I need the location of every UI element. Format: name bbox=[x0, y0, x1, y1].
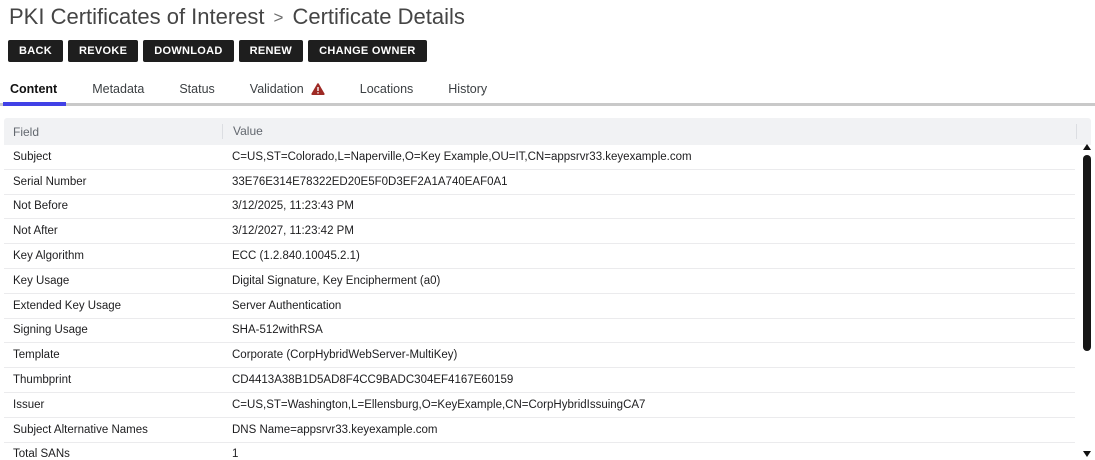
field-cell: Total SANs bbox=[4, 448, 222, 460]
table-row: Not Before3/12/2025, 11:23:43 PM bbox=[4, 195, 1075, 220]
tab-label: Content bbox=[10, 82, 57, 96]
scroll-down-arrow-icon[interactable] bbox=[1083, 451, 1091, 457]
scrollbar-thumb[interactable] bbox=[1083, 155, 1091, 351]
value-cell: SHA-512withRSA bbox=[222, 324, 1075, 336]
value-cell: C=US,ST=Washington,L=Ellensburg,O=KeyExa… bbox=[222, 399, 1075, 411]
value-cell: 33E76E314E78322ED20E5F0D3EF2A1A740EAF0A1 bbox=[222, 176, 1075, 188]
change-owner-button[interactable]: CHANGE OWNER bbox=[308, 40, 427, 62]
column-header-value: Value bbox=[222, 124, 1091, 139]
tab-label: Metadata bbox=[92, 82, 144, 96]
back-button[interactable]: BACK bbox=[8, 40, 63, 62]
table-row: TemplateCorporate (CorpHybridWebServer-M… bbox=[4, 343, 1075, 368]
tab-label: Validation bbox=[250, 82, 304, 96]
tab-metadata[interactable]: Metadata bbox=[90, 79, 146, 103]
tab-label: History bbox=[448, 82, 487, 96]
revoke-button[interactable]: REVOKE bbox=[68, 40, 138, 62]
tab-status[interactable]: Status bbox=[177, 79, 216, 103]
value-cell: Corporate (CorpHybridWebServer-MultiKey) bbox=[222, 349, 1075, 361]
download-button[interactable]: DOWNLOAD bbox=[143, 40, 233, 62]
table-body: SubjectC=US,ST=Colorado,L=Naperville,O=K… bbox=[4, 145, 1091, 460]
value-cell: C=US,ST=Colorado,L=Naperville,O=Key Exam… bbox=[222, 151, 1075, 163]
renew-button[interactable]: RENEW bbox=[239, 40, 303, 62]
tab-bar: Content Metadata Status Validation Locat… bbox=[0, 79, 1095, 106]
breadcrumb-current: Certificate Details bbox=[292, 3, 464, 30]
table-row: Key AlgorithmECC (1.2.840.10045.2.1) bbox=[4, 244, 1075, 269]
value-cell: 3/12/2025, 11:23:43 PM bbox=[222, 200, 1075, 212]
breadcrumb-separator-icon: > bbox=[274, 2, 284, 31]
value-cell: Server Authentication bbox=[222, 300, 1075, 312]
table-row: SubjectC=US,ST=Colorado,L=Naperville,O=K… bbox=[4, 145, 1075, 170]
field-cell: Subject Alternative Names bbox=[4, 424, 222, 436]
tab-label: Locations bbox=[360, 82, 414, 96]
value-cell: CD4413A38B1D5AD8F4CC9BADC304EF4167E60159 bbox=[222, 374, 1075, 386]
field-cell: Template bbox=[4, 349, 222, 361]
tab-validation[interactable]: Validation bbox=[248, 79, 327, 103]
table-row: IssuerC=US,ST=Washington,L=Ellensburg,O=… bbox=[4, 393, 1075, 418]
header-divider bbox=[1076, 124, 1077, 139]
table-row: Serial Number33E76E314E78322ED20E5F0D3EF… bbox=[4, 170, 1075, 195]
vertical-scrollbar[interactable] bbox=[1082, 143, 1092, 458]
value-cell: 3/12/2027, 11:23:42 PM bbox=[222, 225, 1075, 237]
table-row: Total SANs1 bbox=[4, 443, 1075, 460]
column-header-field: Field bbox=[4, 125, 222, 139]
value-cell: DNS Name=appsrvr33.keyexample.com bbox=[222, 424, 1075, 436]
field-cell: Subject bbox=[4, 151, 222, 163]
field-cell: Key Algorithm bbox=[4, 250, 222, 262]
warning-triangle-icon bbox=[311, 83, 325, 95]
field-cell: Not Before bbox=[4, 200, 222, 212]
field-cell: Signing Usage bbox=[4, 324, 222, 336]
scroll-up-arrow-icon[interactable] bbox=[1083, 144, 1091, 150]
table-row: Not After3/12/2027, 11:23:42 PM bbox=[4, 219, 1075, 244]
breadcrumb-parent-link[interactable]: PKI Certificates of Interest bbox=[9, 3, 265, 30]
tab-label: Status bbox=[179, 82, 214, 96]
table-row: Signing UsageSHA-512withRSA bbox=[4, 319, 1075, 344]
field-cell: Thumbprint bbox=[4, 374, 222, 386]
toolbar: BACK REVOKE DOWNLOAD RENEW CHANGE OWNER bbox=[8, 40, 1095, 62]
certificate-details-table: Field Value SubjectC=US,ST=Colorado,L=Na… bbox=[4, 118, 1091, 460]
field-cell: Serial Number bbox=[4, 176, 222, 188]
table-row: Subject Alternative NamesDNS Name=appsrv… bbox=[4, 418, 1075, 443]
tab-history[interactable]: History bbox=[446, 79, 489, 103]
value-cell: 1 bbox=[222, 448, 1075, 460]
table-row: Key UsageDigital Signature, Key Encipher… bbox=[4, 269, 1075, 294]
table-row: Extended Key UsageServer Authentication bbox=[4, 294, 1075, 319]
field-cell: Issuer bbox=[4, 399, 222, 411]
value-cell: Digital Signature, Key Encipherment (a0) bbox=[222, 275, 1075, 287]
field-cell: Not After bbox=[4, 225, 222, 237]
table-header: Field Value bbox=[4, 118, 1091, 145]
tab-locations[interactable]: Locations bbox=[358, 79, 416, 103]
field-cell: Extended Key Usage bbox=[4, 300, 222, 312]
tab-content[interactable]: Content bbox=[8, 79, 59, 103]
field-cell: Key Usage bbox=[4, 275, 222, 287]
table-row: ThumbprintCD4413A38B1D5AD8F4CC9BADC304EF… bbox=[4, 368, 1075, 393]
breadcrumb: PKI Certificates of Interest > Certifica… bbox=[9, 2, 1095, 31]
value-cell: ECC (1.2.840.10045.2.1) bbox=[222, 250, 1075, 262]
